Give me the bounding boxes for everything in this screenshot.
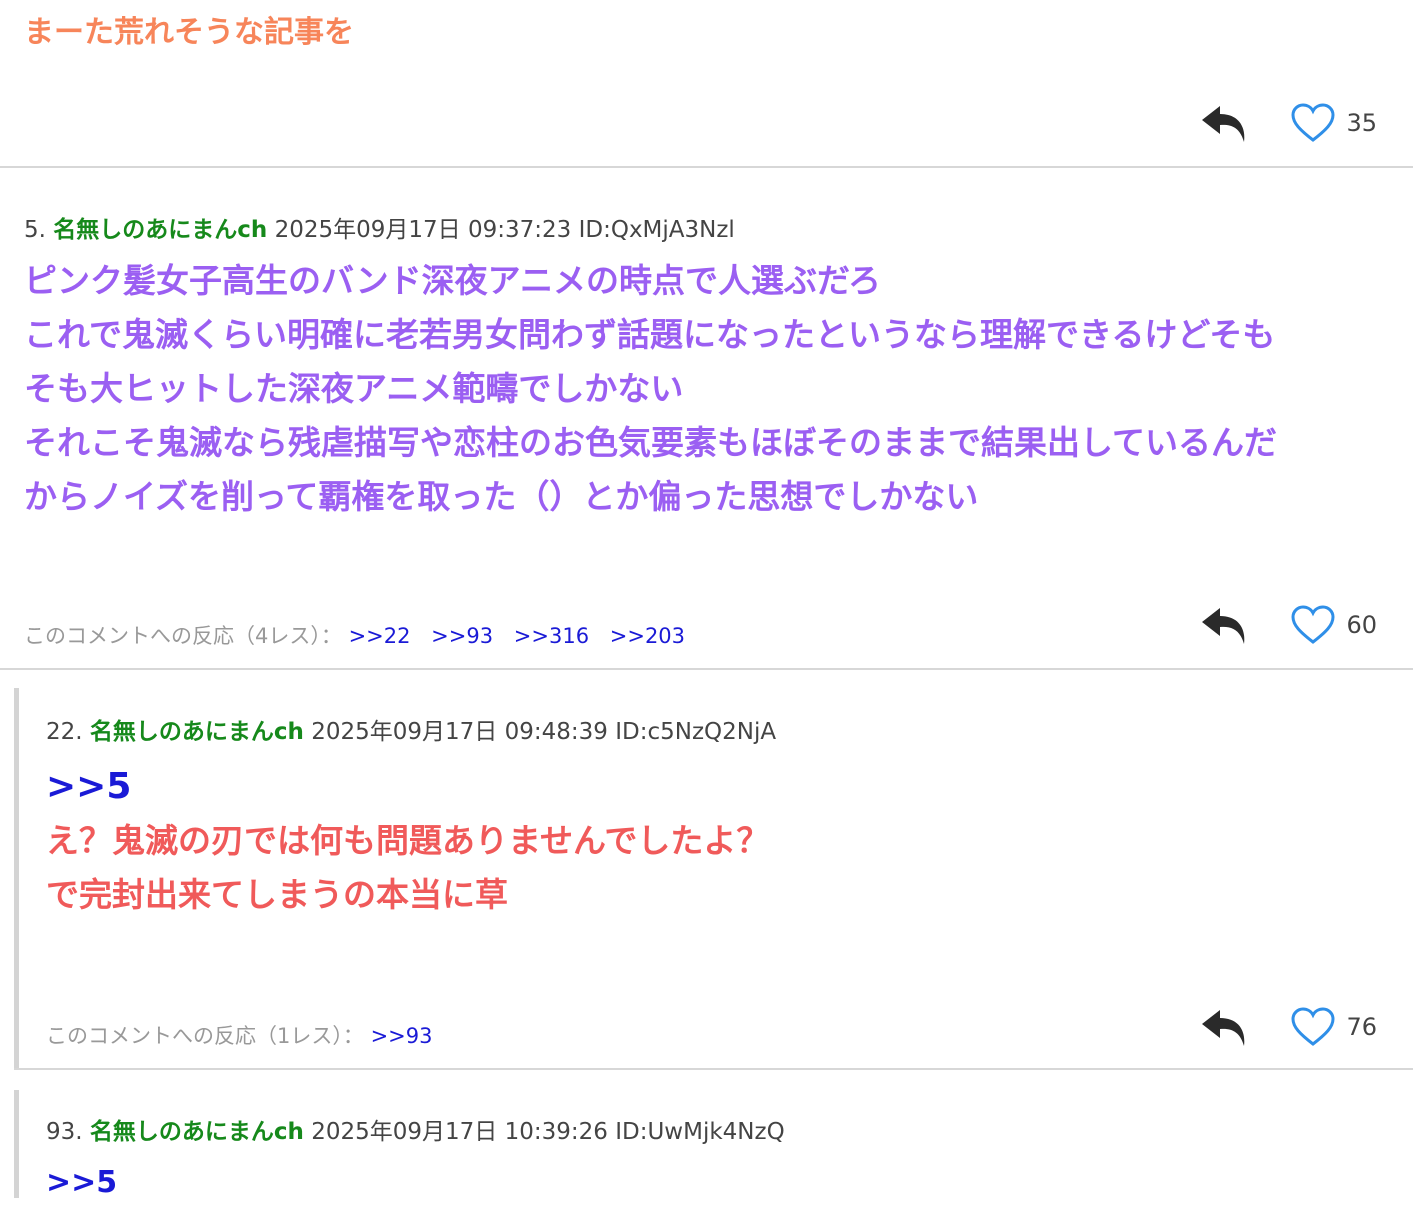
reactions-label: このコメントへの反応（4レス）： <box>24 624 342 648</box>
reply-arrow-icon[interactable] <box>1200 100 1250 146</box>
comment-datetime: 2025年09月17日 09:48:39 <box>311 719 608 745</box>
reactions-list: このコメントへの反応（4レス）： >>22 >>93 >>316 >>203 <box>24 620 699 650</box>
comment-line: それこそ鬼滅なら残虐描写や恋柱のお色気要素もほぼそのままで結果出しているんだ <box>24 423 1278 462</box>
poster-id[interactable]: ID:UwMjk4NzQ <box>615 1119 784 1145</box>
reaction-link[interactable]: >>93 <box>371 1024 433 1048</box>
like-button[interactable]: 35 <box>1290 102 1377 144</box>
comment-prev: まーた荒れそうな記事を 35 <box>0 0 1413 168</box>
comment-meta: 22. 名無しのあにまんch 2025年09月17日 09:48:39 ID:c… <box>46 712 776 746</box>
comment-line: からノイズを削って覇権を取った（）とか偏った思想でしかない <box>24 477 979 516</box>
comment-line: で完封出来てしまうの本当に草 <box>46 875 508 914</box>
comment-line: これで鬼滅くらい明確に老若男女問わず話題になったというなら理解できるけどそも <box>24 315 1276 354</box>
comment-line: ピンク髪女子高生のバンド深夜アニメの時点で人選ぶだろ <box>24 261 882 300</box>
comment-datetime: 2025年09月17日 09:37:23 <box>274 217 572 243</box>
reaction-link[interactable]: >>316 <box>514 624 589 648</box>
poster-name[interactable]: 名無しのあにまんch <box>53 217 267 243</box>
comment-actions: 76 <box>1200 1004 1377 1050</box>
comment-meta: 93. 名無しのあにまんch 2025年09月17日 10:39:26 ID:U… <box>46 1112 785 1146</box>
reply-arrow-icon[interactable] <box>1200 1004 1250 1050</box>
comment-number: 5. <box>24 217 46 243</box>
poster-id[interactable]: ID:c5NzQ2NjA <box>615 719 776 745</box>
comment-5: 5. 名無しのあにまんch 2025年09月17日 09:37:23 ID:Qx… <box>0 168 1413 670</box>
like-count: 60 <box>1346 611 1377 639</box>
like-button[interactable]: 76 <box>1290 1006 1377 1048</box>
heart-outline-icon <box>1291 605 1335 644</box>
reactions-list: このコメントへの反応（1レス）： >>93 <box>46 1020 446 1050</box>
reactions-label: このコメントへの反応（1レス）： <box>46 1024 364 1048</box>
comment-meta: 5. 名無しのあにまんch 2025年09月17日 09:37:23 ID:Qx… <box>24 210 735 244</box>
comment-body: ピンク髪女子高生のバンド深夜アニメの時点で人選ぶだろ これで鬼滅くらい明確に老若… <box>24 254 1277 524</box>
heart-outline-icon <box>1291 103 1335 142</box>
reaction-link[interactable]: >>22 <box>349 624 411 648</box>
heart-outline-icon <box>1291 1007 1335 1046</box>
anchor-link[interactable]: >>5 <box>46 760 769 814</box>
comment-body: まーた荒れそうな記事を <box>24 15 354 50</box>
reply-arrow-icon[interactable] <box>1200 602 1250 648</box>
comment-93: 93. 名無しのあにまんch 2025年09月17日 10:39:26 ID:U… <box>0 1070 1413 1200</box>
comment-line: え？鬼滅の刃では何も問題ありませんでしたよ？ <box>46 821 770 860</box>
comment-actions: 35 <box>1200 100 1377 146</box>
poster-name[interactable]: 名無しのあにまんch <box>90 719 304 745</box>
comment-actions: 60 <box>1200 602 1377 648</box>
comment-number: 22. <box>46 719 83 745</box>
poster-id[interactable]: ID:QxMjA3Nzl <box>579 217 735 243</box>
reaction-link[interactable]: >>93 <box>431 624 493 648</box>
like-count: 35 <box>1346 109 1377 137</box>
comment-body: >>5 え？鬼滅の刃では何も問題ありませんでしたよ？ で完封出来てしまうの本当に… <box>46 760 769 922</box>
anchor-link[interactable]: >>5 <box>46 1156 117 1210</box>
comment-22: 22. 名無しのあにまんch 2025年09月17日 09:48:39 ID:c… <box>0 670 1413 1070</box>
like-button[interactable]: 60 <box>1290 604 1377 646</box>
reaction-link[interactable]: >>203 <box>610 624 685 648</box>
comment-line: そも大ヒットした深夜アニメ範疇でしかない <box>24 369 684 408</box>
comment-number: 93. <box>46 1119 83 1145</box>
comment-datetime: 2025年09月17日 10:39:26 <box>311 1119 608 1145</box>
like-count: 76 <box>1346 1013 1377 1041</box>
poster-name[interactable]: 名無しのあにまんch <box>90 1119 304 1145</box>
